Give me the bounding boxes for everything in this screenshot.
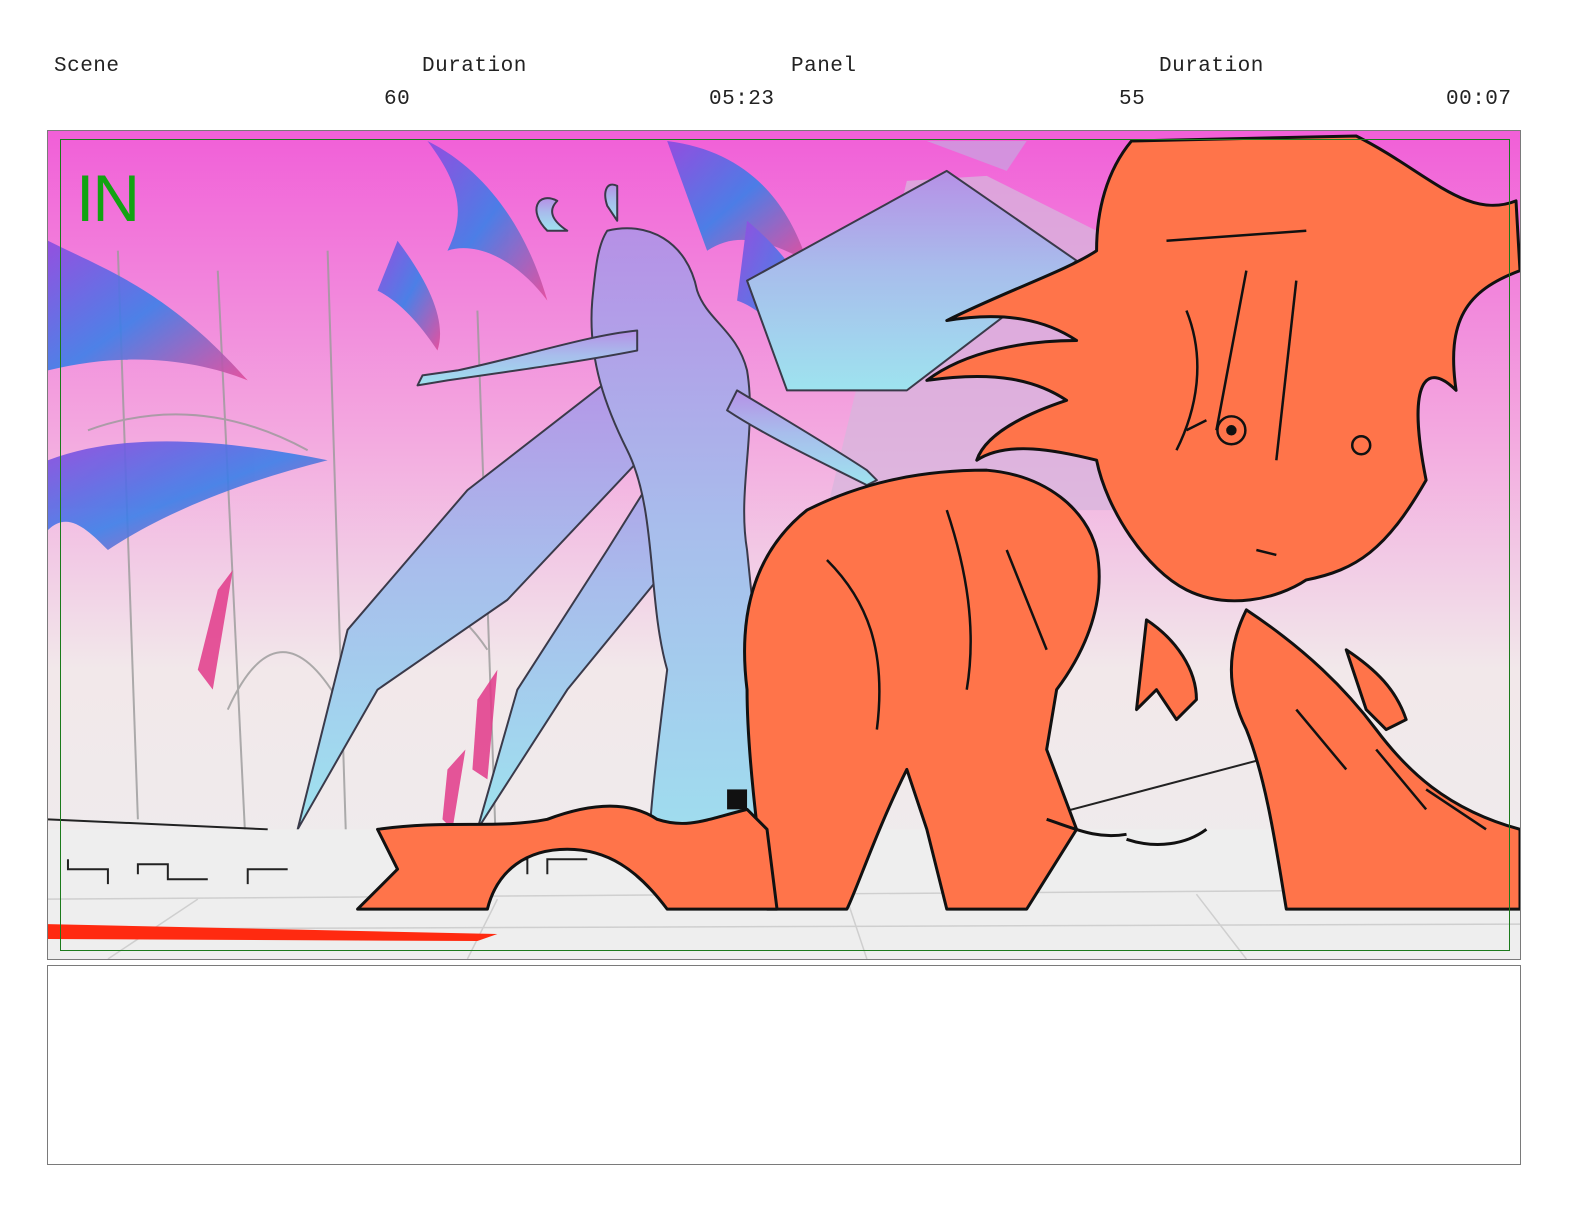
scene-label: Scene	[54, 55, 120, 78]
scene-duration-label: Duration	[422, 55, 527, 78]
scene-number: 60	[384, 88, 411, 111]
panel-label: Panel	[791, 55, 857, 78]
panel-duration: 00:07	[1446, 88, 1512, 111]
panel-number: 55	[1119, 88, 1146, 111]
notes-box[interactable]	[47, 965, 1521, 1165]
storyboard-drawing	[48, 131, 1520, 959]
panel-duration-label: Duration	[1159, 55, 1264, 78]
transition-in-label: IN	[76, 161, 140, 235]
storyboard-panel: IN	[47, 130, 1521, 960]
scene-duration: 05:23	[709, 88, 775, 111]
